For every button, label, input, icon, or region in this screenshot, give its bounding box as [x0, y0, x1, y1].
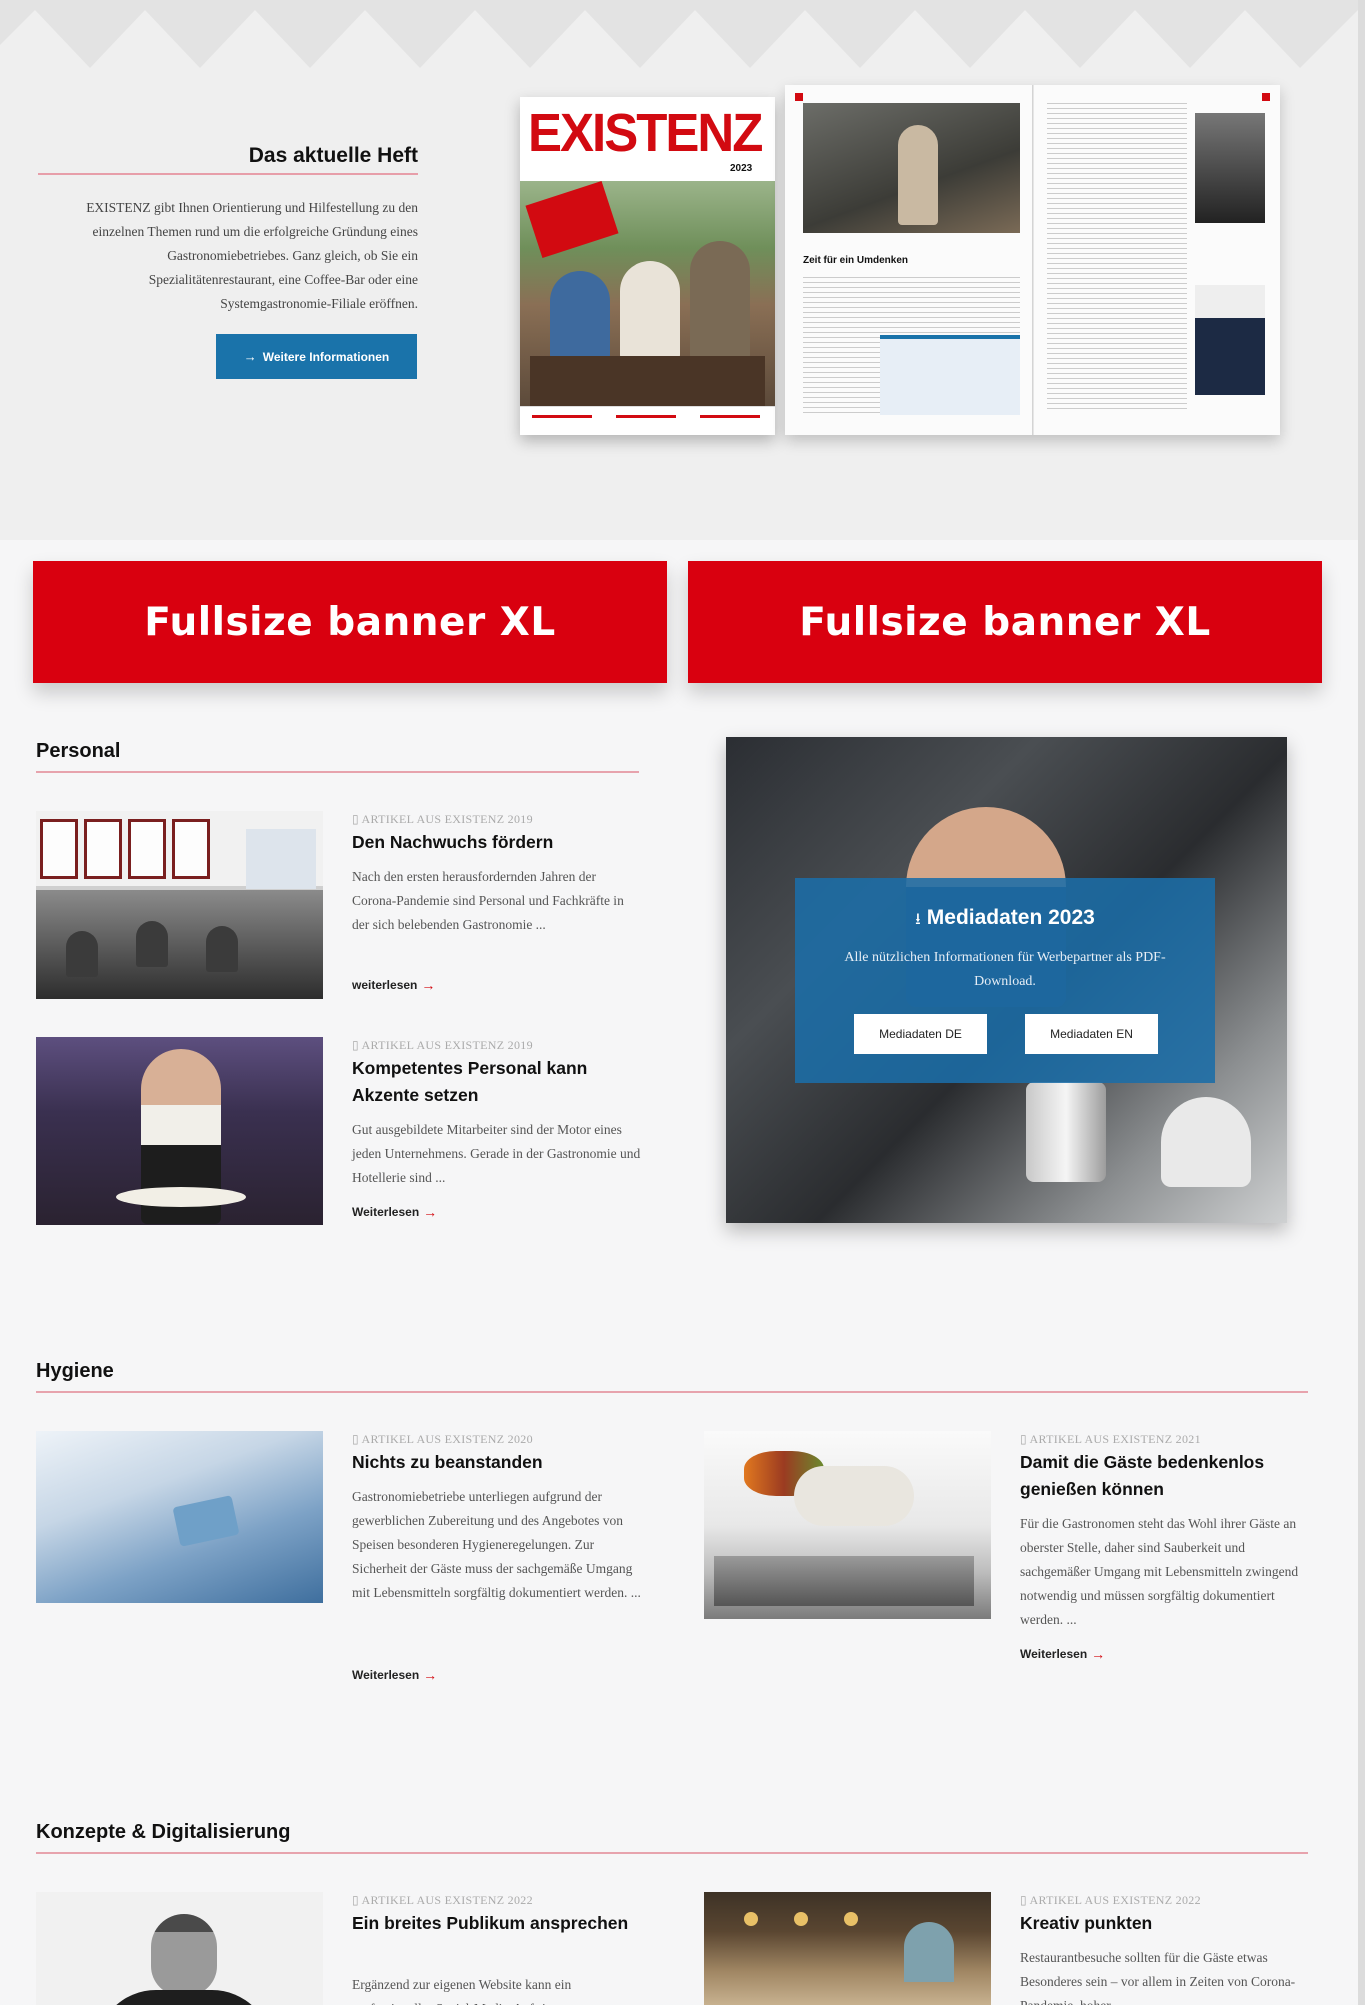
article-image[interactable] [36, 811, 323, 999]
section-divider [36, 771, 639, 773]
current-issue-description: EXISTENZ gibt Ihnen Orientierung und Hil… [86, 200, 418, 311]
arrow-right-icon: → [423, 1204, 438, 1220]
arrow-right-icon: → [1091, 1646, 1106, 1662]
spread-portrait [1195, 113, 1265, 223]
read-more-link[interactable]: Weiterlesen → [352, 1204, 437, 1220]
article-image[interactable] [36, 1037, 323, 1225]
article-excerpt: Für die Gastronomen steht das Wohl ihrer… [1020, 1516, 1299, 1627]
read-more-label: Weiterlesen [352, 1205, 420, 1219]
article-image[interactable] [704, 1431, 991, 1619]
magazine-spread[interactable]: Zeit für ein Umdenken [785, 85, 1280, 435]
spread-text-columns [1047, 103, 1187, 413]
section-title-personal: Personal [36, 740, 121, 762]
spread-fold [1032, 85, 1034, 435]
read-more-link[interactable]: Weiterlesen → [352, 1667, 437, 1683]
article-image[interactable] [36, 1431, 323, 1603]
read-more-link[interactable]: Weiterlesen → [1020, 1646, 1105, 1662]
article-title[interactable]: Den Nachwuchs fördern [352, 829, 642, 856]
article-meta: ▯ ARTIKEL AUS EXISTENZ 2020 [352, 1432, 533, 1446]
article-excerpt: Gastronomiebetriebe unterliegen aufgrund… [352, 1489, 641, 1600]
read-more-label: Weiterlesen [1020, 1647, 1088, 1661]
mediadaten-box: ⭳ Mediadaten 2023 Alle nützlichen Informa… [795, 878, 1215, 1083]
article-meta: ▯ ARTIKEL AUS EXISTENZ 2019 [352, 1038, 533, 1052]
scrollbar[interactable] [1358, 0, 1365, 2005]
current-issue-section: Das aktuelle Heft EXISTENZ gibt Ihnen Or… [0, 0, 1358, 540]
article-image[interactable] [36, 1892, 323, 2005]
article-title[interactable]: Nichts zu beanstanden [352, 1449, 642, 1476]
section-divider [38, 173, 418, 175]
section-divider [36, 1852, 1308, 1854]
article-title[interactable]: Damit die Gäste bedenkenlos genießen kön… [1020, 1449, 1310, 1503]
article-excerpt: Nach den ersten herausfordernden Jahren … [352, 869, 624, 932]
read-more-label: weiterlesen [352, 978, 418, 992]
article-excerpt: Ergänzend zur eigenen Website kann ein p… [352, 1977, 572, 2005]
article-title[interactable]: Ein breites Publikum ansprechen [352, 1910, 642, 1937]
page-marker [1262, 93, 1270, 101]
mediadaten-description: Alle nützlichen Informationen für Werbep… [844, 950, 1166, 989]
spread-headline: Zeit für ein Umdenken [803, 255, 909, 266]
download-icon: ⭳ [915, 911, 921, 928]
arrow-right-icon: → [421, 977, 436, 993]
article-title[interactable]: Kreativ punkten [1020, 1910, 1310, 1937]
article-excerpt: Gut ausgebildete Mitarbeiter sind der Mo… [352, 1122, 641, 1185]
article-meta: ▯ ARTIKEL AUS EXISTENZ 2022 [1020, 1893, 1201, 1907]
mediadaten-de-button[interactable]: Mediadaten DE [854, 1014, 987, 1054]
fullsize-banner[interactable]: Fullsize banner XL [33, 561, 667, 683]
article-meta: ▯ ARTIKEL AUS EXISTENZ 2022 [352, 1893, 533, 1907]
more-info-label: Weitere Informationen [262, 349, 390, 364]
spread-portrait [1195, 285, 1265, 395]
mediadaten-en-button[interactable]: Mediadaten EN [1025, 1014, 1158, 1054]
magazine-logo: EXISTENZ [528, 102, 763, 163]
cover-footer [520, 406, 775, 435]
zigzag-decoration [0, 0, 1358, 72]
article-title[interactable]: Kompetentes Personal kann Akzente setzen [352, 1055, 642, 1109]
mediadaten-title: ⭳ Mediadaten 2023 [915, 906, 1095, 929]
article-meta: ▯ ARTIKEL AUS EXISTENZ 2021 [1020, 1432, 1201, 1446]
read-more-label: Weiterlesen [352, 1668, 420, 1682]
article-excerpt: Restaurantbesuche sollten für die Gäste … [1020, 1950, 1296, 2005]
section-divider [36, 1391, 1308, 1393]
article-meta: ▯ ARTIKEL AUS EXISTENZ 2019 [352, 812, 533, 826]
fullsize-banner[interactable]: Fullsize banner XL [688, 561, 1322, 683]
magazine-preview[interactable]: EXISTENZ 2023 Zeit für ein Umdenken [520, 85, 1290, 445]
more-info-button[interactable]: → Weitere Informationen [216, 334, 417, 379]
arrow-right-icon: → [423, 1667, 438, 1683]
spread-photo [803, 103, 1020, 233]
article-image[interactable] [704, 1892, 991, 2005]
magazine-cover[interactable]: EXISTENZ 2023 [520, 97, 775, 435]
read-more-link[interactable]: weiterlesen → [352, 977, 435, 993]
section-title-hygiene: Hygiene [36, 1360, 114, 1382]
page-marker [795, 93, 803, 101]
section-title-konzepte: Konzepte & Digitalisierung [36, 1821, 291, 1843]
magazine-year: 2023 [730, 163, 753, 174]
arrow-right-icon: → [243, 349, 257, 364]
spread-info-box [880, 335, 1020, 415]
current-issue-title: Das aktuelle Heft [248, 144, 418, 167]
